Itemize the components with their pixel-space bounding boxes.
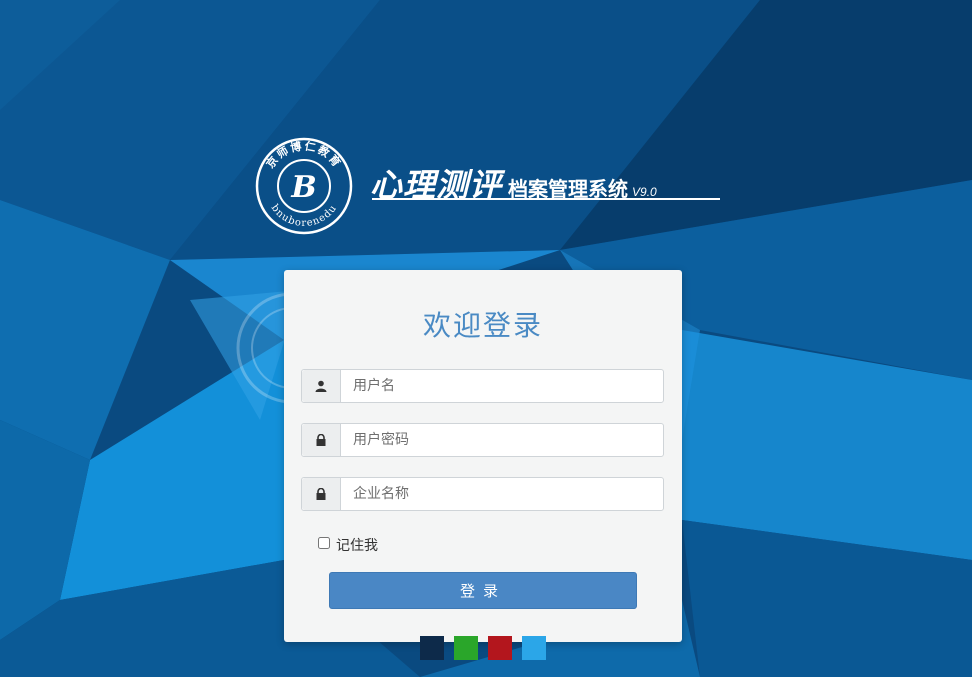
company-addon xyxy=(302,478,341,510)
lock-icon xyxy=(316,434,326,446)
brand-underline xyxy=(372,198,720,200)
login-button[interactable]: 登录 xyxy=(329,572,637,609)
seal-letter: B xyxy=(290,170,316,205)
company-field xyxy=(301,477,664,511)
svg-text:京师博仁教育: 京师博仁教育 xyxy=(263,139,345,171)
password-input[interactable] xyxy=(341,424,661,456)
login-panel: 欢迎登录 记住我 登录 xyxy=(284,270,682,642)
theme-swatch-green[interactable] xyxy=(454,636,478,660)
user-icon xyxy=(315,380,327,392)
login-title: 欢迎登录 xyxy=(422,309,543,342)
remember-checkbox[interactable] xyxy=(318,537,330,549)
password-addon xyxy=(302,424,341,456)
remember-label: 记住我 xyxy=(336,538,378,554)
password-field xyxy=(301,423,664,457)
theme-swatch-blue[interactable] xyxy=(522,636,546,660)
username-field xyxy=(301,369,664,403)
theme-swatch-red[interactable] xyxy=(488,636,512,660)
username-input[interactable] xyxy=(341,370,661,402)
company-input[interactable] xyxy=(341,478,661,510)
seal-top-text: 京师博仁教育 xyxy=(263,139,343,171)
username-addon xyxy=(302,370,341,402)
version-label: V9.0 xyxy=(632,185,657,199)
lock-icon xyxy=(316,488,326,500)
theme-swatch-navy[interactable] xyxy=(420,636,444,660)
logo-seal-icon: B 京师博仁教育 bnuborenedu xyxy=(255,137,353,235)
